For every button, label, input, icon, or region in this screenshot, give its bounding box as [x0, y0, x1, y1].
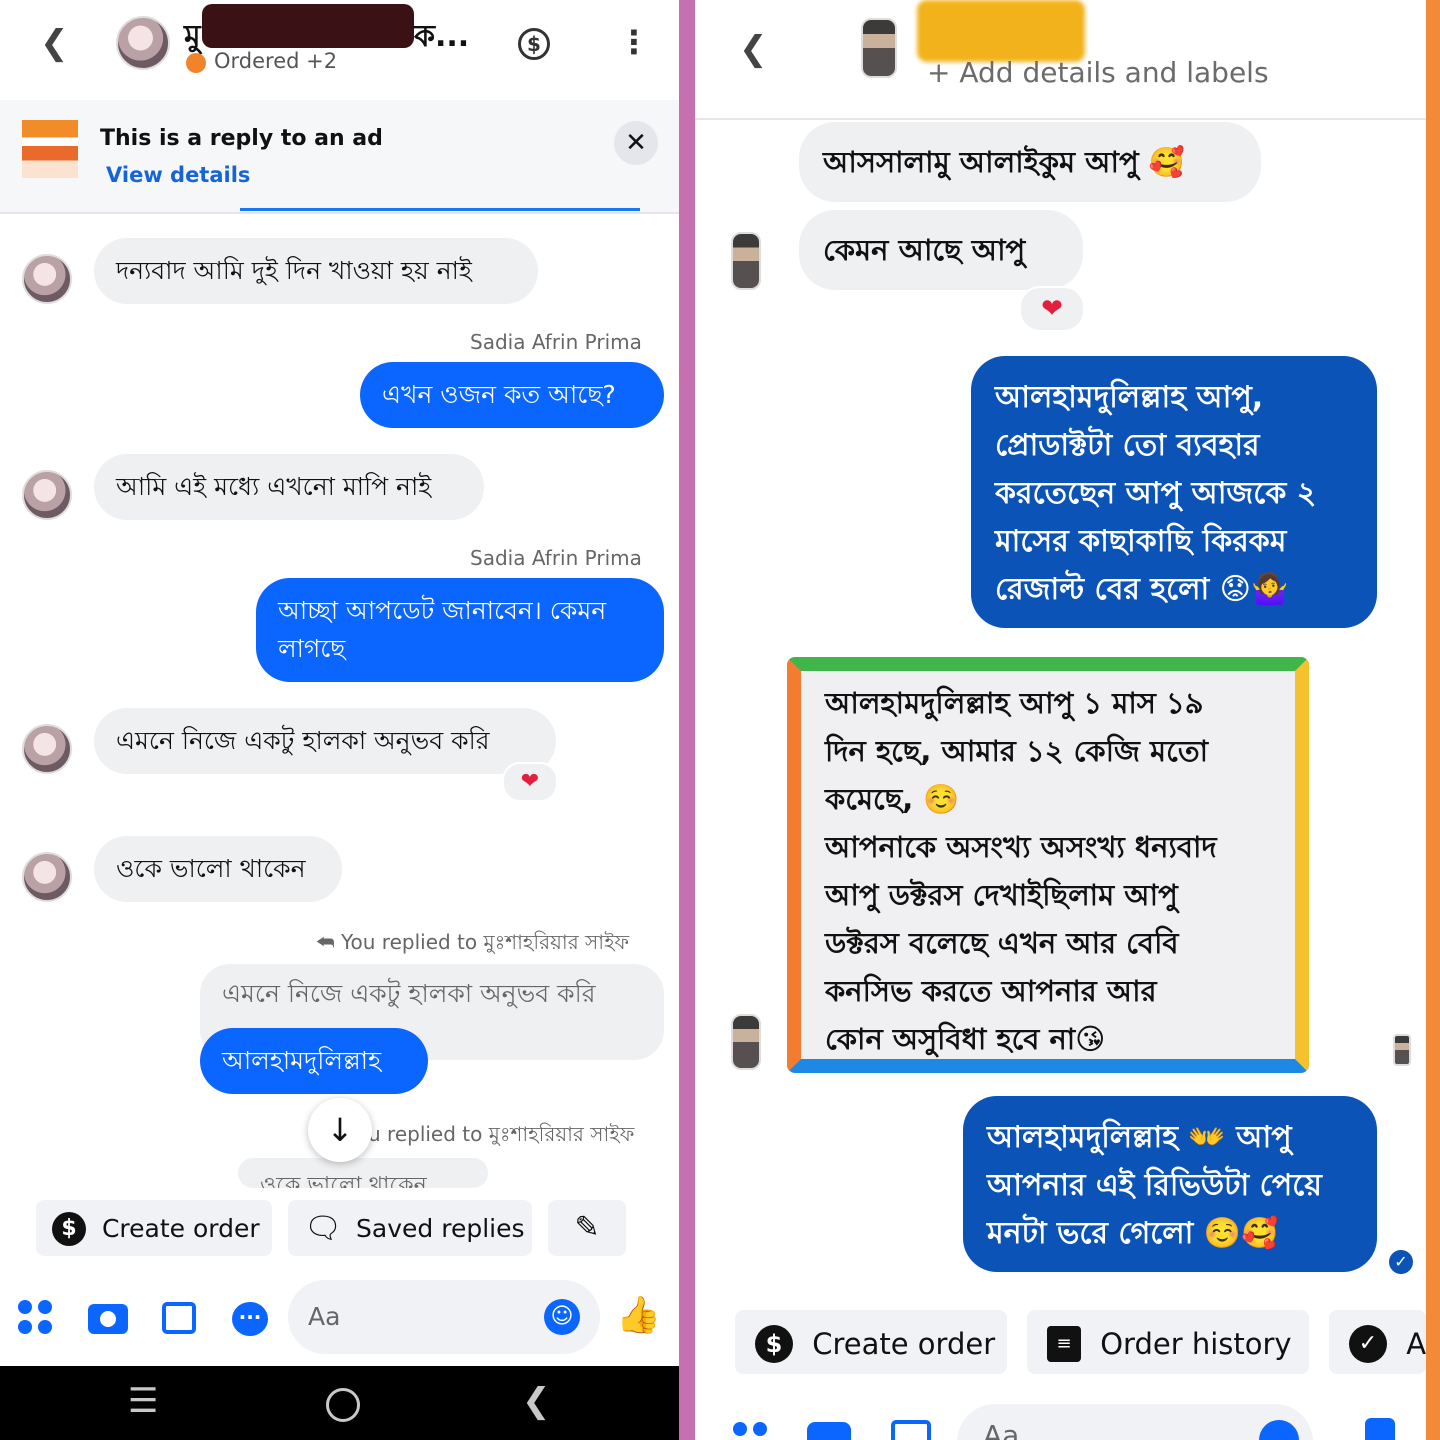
- saved-replies-button[interactable]: 🗨 Saved replies: [288, 1200, 532, 1256]
- incoming-message[interactable]: দন্যবাদ আমি দুই দিন খাওয়া হয় নাই: [94, 238, 538, 304]
- ad-banner-title: This is a reply to an ad: [100, 126, 383, 151]
- ad-banner-accent: [240, 208, 640, 211]
- incoming-message[interactable]: এমনে নিজে একটু হালকা অনুভব করি: [94, 708, 556, 774]
- back-arrow-icon[interactable]: ❮: [739, 32, 768, 66]
- right-chat-screenshot: ❮ + Add details and labels আসসালামু আলাই…: [695, 0, 1426, 1440]
- gallery-icon[interactable]: [162, 1302, 196, 1334]
- dollar-icon: $: [755, 1325, 793, 1363]
- ad-thumbnail[interactable]: [22, 120, 78, 178]
- back-arrow-icon[interactable]: ❮: [40, 26, 69, 60]
- contact-name-tail: ক...: [414, 19, 470, 54]
- sender-name: Sadia Afrin Prima: [470, 546, 642, 570]
- incoming-message[interactable]: ওকে ভালো থাকেন: [94, 836, 342, 902]
- replied-to-text: u replied to মুঃশাহরিয়ার সাইফ: [368, 1122, 635, 1146]
- outgoing-message[interactable]: আচ্ছা আপডেট জানাবেন। কেমন লাগছে: [256, 578, 664, 682]
- message-bubble-icon[interactable]: ···: [232, 1302, 268, 1336]
- create-order-label: Create order: [812, 1327, 996, 1361]
- menu-dots-icon[interactable]: [18, 1300, 52, 1334]
- replied-to-text: You replied to মুঃশাহরিয়ার সাইফ: [340, 930, 630, 954]
- highlighted-review-message[interactable]: আলহামদুলিল্লাহ আপু ১ মাস ১৯ দিন হছে, আমা…: [787, 657, 1309, 1073]
- create-order-label: Create order: [101, 1214, 260, 1243]
- view-details-link[interactable]: View details: [106, 163, 250, 187]
- collage-edge-strip: [1426, 0, 1440, 1440]
- outgoing-reply-message[interactable]: আলহামদুলিল্লাহ: [200, 1028, 428, 1094]
- sender-avatar[interactable]: [731, 1014, 761, 1070]
- dollar-icon[interactable]: $: [518, 28, 550, 60]
- reply-arrow-icon: ⮪: [316, 930, 335, 954]
- contact-avatar[interactable]: [116, 16, 170, 70]
- saved-replies-label: Saved replies: [356, 1214, 525, 1243]
- right-header: ❮ + Add details and labels: [695, 0, 1426, 120]
- home-icon[interactable]: [326, 1388, 360, 1422]
- create-order-button[interactable]: $ Create order: [735, 1310, 1007, 1374]
- sender-avatar[interactable]: [22, 254, 72, 304]
- status-dot-icon: [186, 53, 206, 73]
- camera-icon[interactable]: [88, 1304, 128, 1334]
- sender-avatar[interactable]: [22, 852, 72, 902]
- chat-bubbles-icon: 🗨: [304, 1211, 343, 1246]
- emoji-icon[interactable]: ☺: [544, 1299, 580, 1335]
- replied-to-label: ⮪ You replied to মুঃশাহরিয়ার সাইফ: [316, 928, 629, 961]
- ad-reply-banner: This is a reply to an ad View details ✕: [0, 100, 679, 214]
- system-nav-bar: ☰ ❮: [0, 1366, 679, 1440]
- read-receipt-avatar: [1393, 1034, 1411, 1066]
- dollar-icon: $: [52, 1212, 86, 1246]
- recent-apps-icon[interactable]: ☰: [128, 1384, 158, 1418]
- edit-pencil-icon[interactable]: ✎: [548, 1200, 626, 1256]
- list-document-icon: ≡: [1047, 1326, 1081, 1362]
- more-options-icon[interactable]: ⋮: [618, 26, 650, 58]
- outgoing-message[interactable]: আলহামদুলিল্লাহ আপু, প্রোডাক্টটা তো ব্যবহ…: [971, 356, 1377, 628]
- menu-dots-icon[interactable]: [733, 1422, 767, 1440]
- order-history-label: Order history: [1100, 1327, 1292, 1361]
- create-order-button[interactable]: $ Create order: [36, 1200, 272, 1256]
- left-chat-screenshot: ❮ মু ক... Ordered +2 $ ⋮ This is a reply…: [0, 0, 679, 1440]
- scroll-down-arrow-icon[interactable]: ↓: [308, 1098, 372, 1162]
- incoming-message[interactable]: আমি এই মধ্যে এখনো মাপি নাই: [94, 454, 484, 520]
- message-line: আচ্ছা আপডেট জানাবেন। কেমন: [278, 596, 607, 625]
- check-circle-icon: ✓: [1349, 1325, 1387, 1363]
- collage-divider: [679, 0, 695, 1440]
- contact-avatar[interactable]: [861, 18, 897, 78]
- outgoing-message[interactable]: এখন ওজন কত আছে?: [360, 362, 664, 428]
- system-back-icon[interactable]: ❮: [522, 1384, 551, 1418]
- sender-avatar[interactable]: [22, 470, 72, 520]
- message-line: লাগছে: [278, 634, 346, 663]
- incoming-message[interactable]: আসসালামু আলাইকুম আপু 🥰: [799, 122, 1261, 202]
- thumbs-up-icon[interactable]: 👍: [616, 1298, 661, 1334]
- quoted-message[interactable]: ওকে ভালো থাকেন: [238, 1158, 488, 1188]
- sent-check-icon: ✓: [1389, 1250, 1413, 1274]
- incoming-message[interactable]: কেমন আছে আপু: [799, 210, 1083, 290]
- thumbs-up-icon[interactable]: [1365, 1418, 1395, 1440]
- heart-reaction-icon[interactable]: ❤: [502, 762, 558, 802]
- third-action-button[interactable]: ✓ A: [1329, 1310, 1426, 1374]
- sender-name: Sadia Afrin Prima: [470, 330, 642, 354]
- gallery-icon[interactable]: [891, 1420, 931, 1440]
- close-icon[interactable]: ✕: [614, 121, 658, 165]
- order-status-label[interactable]: Ordered +2: [214, 49, 337, 73]
- order-history-button[interactable]: ≡ Order history: [1027, 1310, 1309, 1374]
- outgoing-message[interactable]: আলহামদুলিল্লাহ 👐 আপু আপনার এই রিভিউটা পে…: [963, 1096, 1377, 1272]
- review-message-text: আলহামদুলিল্লাহ আপু ১ মাস ১৯ দিন হছে, আমা…: [825, 686, 1217, 1056]
- redacted-name-block: [202, 4, 414, 48]
- sender-avatar[interactable]: [731, 232, 761, 290]
- sender-avatar[interactable]: [22, 724, 72, 774]
- add-details-labels-link[interactable]: + Add details and labels: [927, 56, 1269, 89]
- redacted-name-block: [917, 0, 1085, 62]
- third-action-label: A: [1406, 1327, 1426, 1361]
- heart-reaction-icon[interactable]: ❤: [1019, 286, 1085, 332]
- camera-icon[interactable]: [807, 1422, 851, 1440]
